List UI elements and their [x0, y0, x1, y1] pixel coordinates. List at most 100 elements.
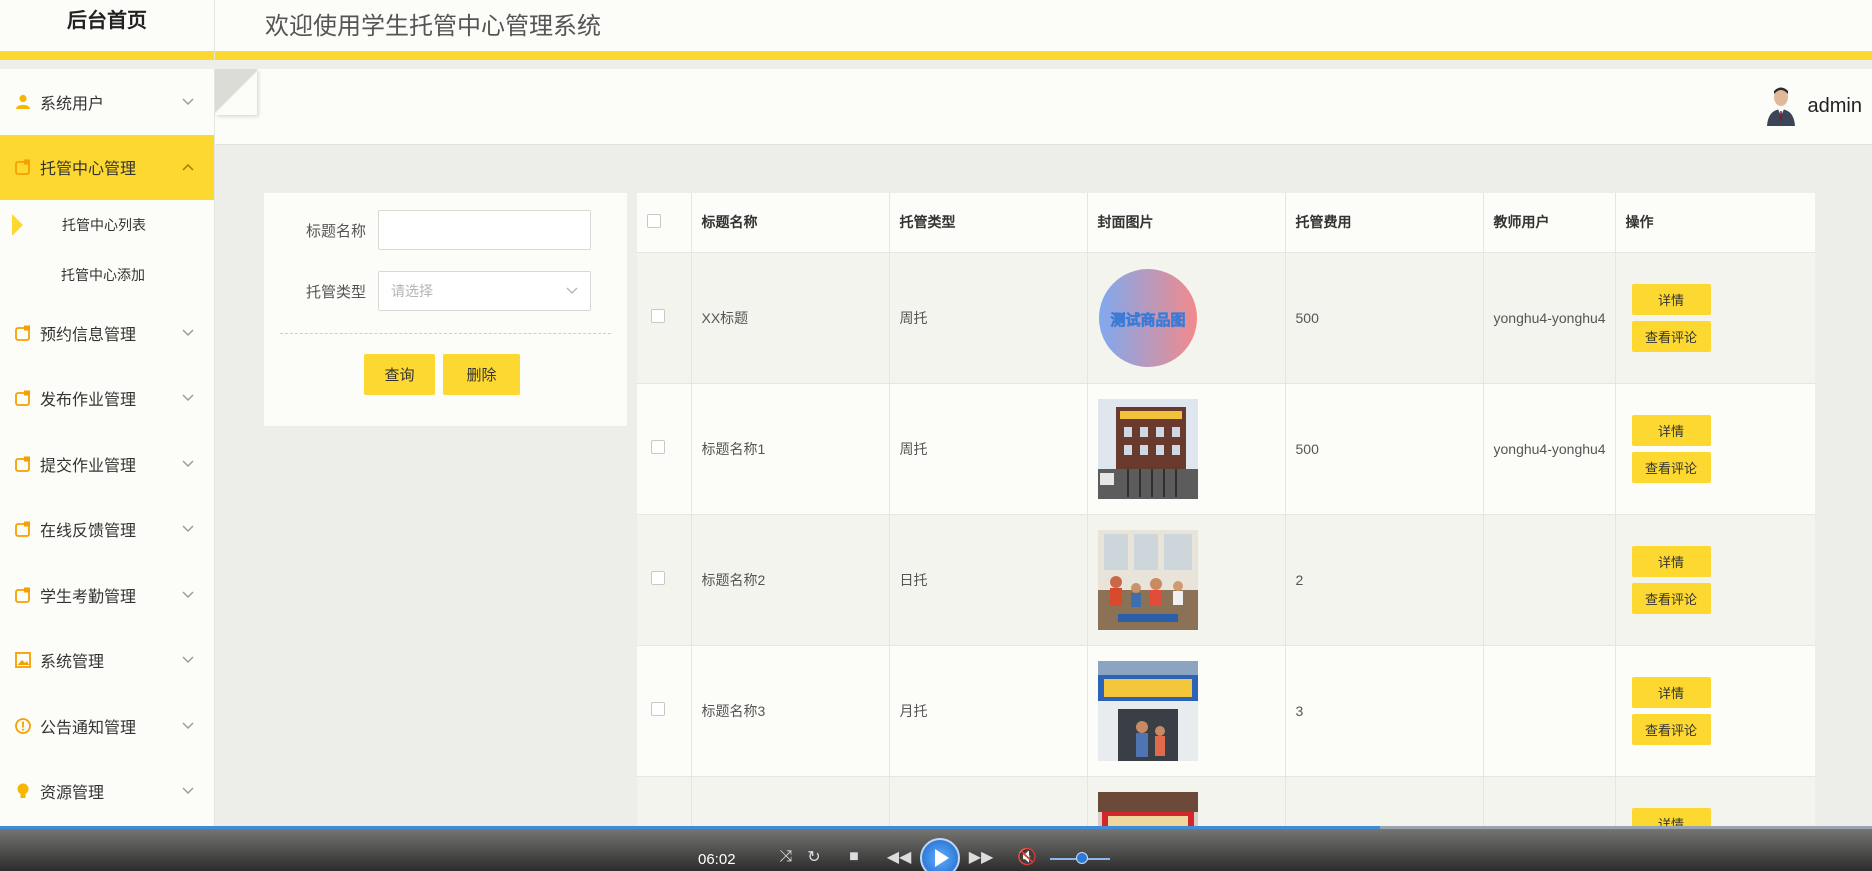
- collapse-toggle[interactable]: [215, 69, 257, 115]
- active-pointer-icon: [12, 214, 23, 236]
- view-comments-button[interactable]: 查看评论: [1631, 582, 1711, 614]
- header-select-all[interactable]: [637, 193, 692, 253]
- title-cell: 标题名称3: [691, 645, 890, 777]
- cover-cell: 测试商品图: [1087, 252, 1286, 384]
- chevron-down-icon: [182, 591, 194, 598]
- cover-image: [1097, 398, 1198, 499]
- chevron-down-icon: [182, 722, 194, 729]
- submenu-item-center-add[interactable]: 托管中心添加: [0, 250, 214, 300]
- actions-cell: 详情 查看评论: [1615, 514, 1815, 646]
- fast-forward-icon[interactable]: ▶▶: [968, 846, 994, 868]
- folder-icon: [14, 455, 32, 473]
- query-button[interactable]: 查询: [364, 354, 435, 395]
- row-select-cell: [637, 645, 692, 777]
- submenu-item-center-list[interactable]: 托管中心列表: [0, 200, 214, 250]
- mute-icon[interactable]: 🔇: [1016, 846, 1038, 868]
- type-cell: 周托: [889, 383, 1088, 515]
- table-row: 标题名称2 日托 2 详情 查看评论: [637, 514, 1815, 646]
- submenu-item-label: 托管中心列表: [62, 217, 146, 233]
- sidebar-item-submit-homework[interactable]: 提交作业管理: [0, 431, 214, 497]
- table-row: XX标题 周托 测试商品图 500 yonghu4-yonghu4 详情 查看评…: [637, 252, 1815, 384]
- teacher-cell: yonghu4-yonghu4: [1483, 383, 1616, 515]
- sidebar-item-reservation[interactable]: 预约信息管理: [0, 300, 214, 366]
- username: admin: [1807, 94, 1862, 117]
- user-menu[interactable]: admin: [1765, 86, 1862, 126]
- detail-button[interactable]: 详情: [1631, 545, 1711, 577]
- type-label: 托管类型: [305, 283, 366, 301]
- system-title: 欢迎使用学生托管中心管理系统: [265, 13, 601, 40]
- sidebar-item-publish-homework[interactable]: 发布作业管理: [0, 366, 214, 432]
- cover-cell: [1087, 645, 1286, 777]
- sidebar-item-label: 学生考勤管理: [40, 588, 137, 606]
- cover-badge-text: 测试商品图: [1110, 311, 1185, 329]
- fee-cell: 3: [1285, 645, 1484, 777]
- folder-icon: [14, 324, 32, 342]
- teacher-cell: [1483, 645, 1616, 777]
- top-header: 后台首页 欢迎使用学生托管中心管理系统: [0, 0, 1872, 60]
- type-select[interactable]: 请选择: [378, 271, 591, 311]
- sidebar-item-feedback[interactable]: 在线反馈管理: [0, 497, 214, 563]
- title-search-row: 标题名称: [264, 210, 591, 250]
- column-header: 操作: [1615, 193, 1815, 253]
- volume-knob[interactable]: [1076, 852, 1088, 864]
- rewind-icon[interactable]: ◀◀: [886, 846, 912, 868]
- sidebar-item-announcement[interactable]: 公告通知管理: [0, 693, 214, 759]
- delete-button[interactable]: 删除: [443, 354, 520, 395]
- type-cell: 周托: [889, 252, 1088, 384]
- folder-icon: [14, 586, 32, 604]
- view-comments-button[interactable]: 查看评论: [1631, 451, 1711, 483]
- title-label: 标题名称: [305, 222, 366, 240]
- repeat-icon[interactable]: ↻: [804, 846, 824, 868]
- row-checkbox[interactable]: [651, 440, 665, 454]
- sidebar-item-resources[interactable]: 资源管理: [0, 759, 214, 825]
- submenu-center-management: 托管中心列表 托管中心添加: [0, 200, 214, 300]
- detail-button[interactable]: 详情: [1631, 676, 1711, 708]
- sidebar-item-system-users[interactable]: 系统用户: [0, 69, 214, 135]
- user-bar: admin: [215, 69, 1872, 145]
- fee-cell: 2: [1285, 514, 1484, 646]
- video-progress-bar[interactable]: [0, 826, 1872, 829]
- view-comments-button[interactable]: 查看评论: [1631, 320, 1711, 352]
- fee-cell: 500: [1285, 252, 1484, 384]
- row-checkbox[interactable]: [651, 571, 665, 585]
- chevron-down-icon: [182, 525, 194, 533]
- chevron-up-icon: [182, 164, 194, 171]
- divider: [280, 333, 611, 334]
- row-select-cell: [637, 252, 692, 384]
- stop-icon[interactable]: ■: [844, 846, 864, 868]
- sidebar-item-attendance[interactable]: 学生考勤管理: [0, 562, 214, 628]
- sidebar-item-system-management[interactable]: 系统管理: [0, 628, 214, 694]
- cover-image: 测试商品图: [1097, 267, 1198, 368]
- detail-button[interactable]: 详情: [1631, 283, 1711, 315]
- sidebar-item-label: 公告通知管理: [40, 719, 137, 737]
- user-icon: [14, 93, 32, 111]
- image-icon: [14, 651, 32, 669]
- info-icon: [14, 717, 32, 735]
- submenu-item-label: 托管中心添加: [61, 267, 145, 283]
- brand-home-link[interactable]: 后台首页: [0, 0, 215, 60]
- row-checkbox[interactable]: [651, 309, 665, 323]
- teacher-cell: yonghu4-yonghu4: [1483, 252, 1616, 384]
- search-panel: 标题名称 托管类型 请选择 查询 删除: [264, 193, 627, 426]
- sidebar-item-label: 提交作业管理: [40, 457, 137, 475]
- teacher-cell: [1483, 514, 1616, 646]
- detail-button[interactable]: 详情: [1631, 414, 1711, 446]
- chevron-down-icon: [182, 787, 194, 795]
- play-button[interactable]: [920, 838, 960, 871]
- chevron-down-icon: [182, 98, 194, 105]
- sidebar-item-center-management[interactable]: 托管中心管理: [0, 134, 214, 200]
- row-checkbox[interactable]: [651, 702, 665, 716]
- actions-cell: 详情 查看评论: [1615, 645, 1815, 777]
- shuffle-icon[interactable]: ⤨: [776, 846, 796, 868]
- view-comments-button[interactable]: 查看评论: [1631, 713, 1711, 745]
- bulb-icon: [14, 782, 32, 800]
- sidebar: 系统用户 托管中心管理 托管中心列表 托管中心添加 预约信息管理 发布作业管理: [0, 69, 215, 871]
- title-search-input[interactable]: [378, 210, 591, 250]
- select-all-checkbox[interactable]: [647, 213, 661, 228]
- folder-icon: [14, 389, 32, 407]
- type-cell: 月托: [889, 645, 1088, 777]
- sidebar-item-label: 托管中心管理: [40, 161, 137, 179]
- title-cell: XX标题: [691, 252, 890, 384]
- sidebar-item-label: 发布作业管理: [40, 392, 137, 410]
- folder-icon: [14, 158, 32, 176]
